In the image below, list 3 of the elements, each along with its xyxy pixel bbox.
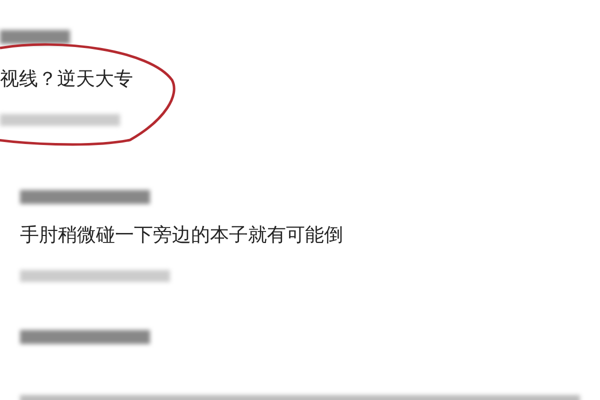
comment-text: 手肘稍微碰一下旁边的本子就有可能倒	[20, 223, 344, 248]
blurred-username	[0, 30, 70, 44]
comment-text: 视线？逆天大专	[0, 67, 134, 92]
